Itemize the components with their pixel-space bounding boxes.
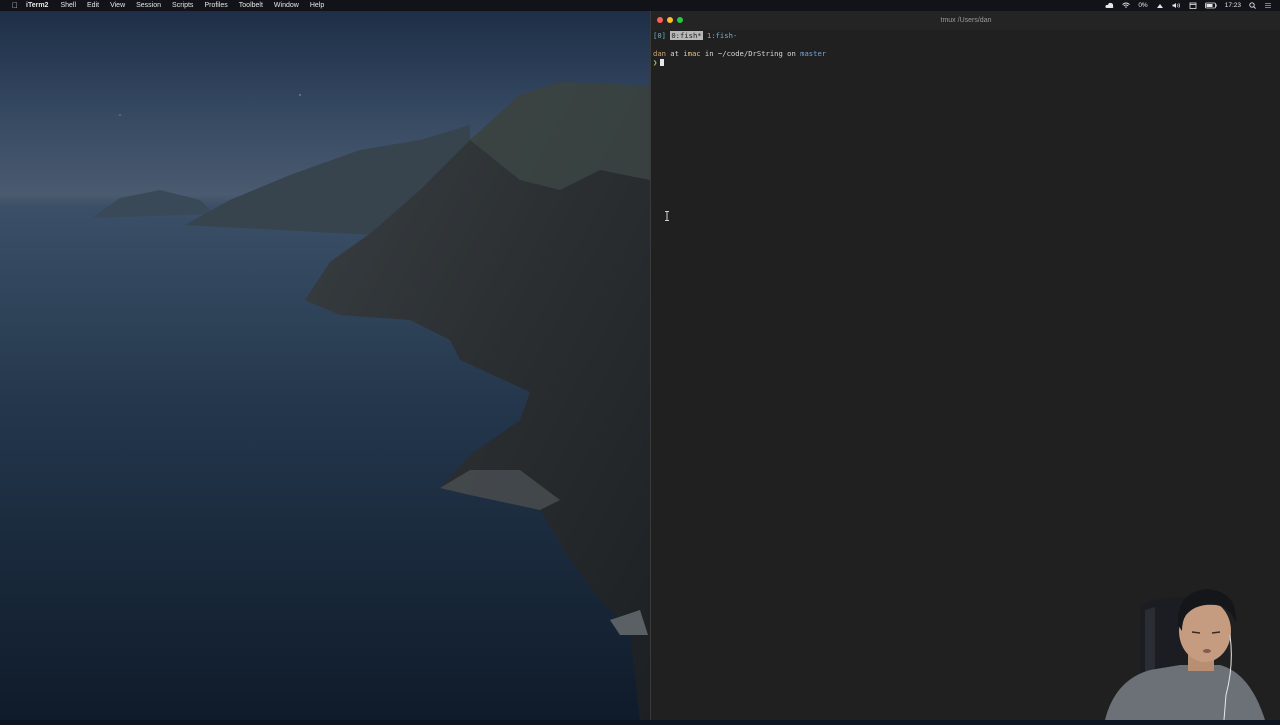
- presenter-video: [1105, 589, 1265, 721]
- tmux-session: [0]: [653, 31, 671, 40]
- prompt-path: ~/code/DrString: [717, 49, 783, 58]
- shell-prompt: dan at imac in ~/code/DrString on master: [653, 49, 1279, 58]
- menu-view[interactable]: View: [110, 0, 125, 11]
- battery-percentage[interactable]: 0%: [1138, 0, 1147, 11]
- terminal-content[interactable]: [0] 0:fish* 1:fish- dan at imac in ~/cod…: [651, 31, 1280, 67]
- prompt-user: dan: [653, 49, 666, 58]
- menu-bar:  iTerm2 Shell Edit View Session Scripts…: [0, 0, 1280, 11]
- prompt-on: on: [782, 49, 801, 58]
- menu-help[interactable]: Help: [310, 0, 324, 11]
- menu-scripts[interactable]: Scripts: [172, 0, 193, 11]
- prompt-in: in: [700, 49, 718, 58]
- battery-icon[interactable]: [1204, 2, 1217, 9]
- menu-edit[interactable]: Edit: [87, 0, 99, 11]
- apple-icon[interactable]: : [10, 0, 20, 11]
- wifi-icon[interactable]: [1122, 2, 1131, 9]
- menu-bar-clock[interactable]: 17:23: [1225, 0, 1241, 11]
- spotlight-icon[interactable]: [1249, 2, 1256, 9]
- airplay-icon[interactable]: [1156, 2, 1164, 9]
- menu-profiles[interactable]: Profiles: [204, 0, 227, 11]
- ibeam-cursor-icon: [664, 211, 670, 224]
- cloud-icon[interactable]: [1105, 2, 1114, 9]
- menu-app-iterm2[interactable]: iTerm2: [26, 0, 48, 11]
- menu-session[interactable]: Session: [136, 0, 161, 11]
- terminal-titlebar[interactable]: tmux /Users/dan: [651, 11, 1280, 30]
- calendar-icon[interactable]: [1189, 2, 1197, 9]
- prompt-chevron-icon: ❯: [653, 58, 658, 67]
- tmux-status-bar: [0] 0:fish* 1:fish-: [653, 31, 1279, 40]
- tmux-window-active[interactable]: 0:fish*: [670, 31, 703, 40]
- menu-bar-status-area: 0% 17:23: [1105, 0, 1272, 11]
- prompt-host: imac: [683, 49, 701, 58]
- webcam-overlay: [1100, 585, 1280, 721]
- command-input-line[interactable]: ❯: [653, 58, 1279, 67]
- menu-window[interactable]: Window: [274, 0, 299, 11]
- terminal-window-title: tmux /Users/dan: [940, 17, 992, 24]
- prompt-git-branch: master: [800, 49, 827, 58]
- prompt-at: at: [665, 49, 684, 58]
- menu-shell[interactable]: Shell: [60, 0, 76, 11]
- wallpaper-landscape: [0, 82, 650, 720]
- menu-toolbelt[interactable]: Toolbelt: [239, 0, 263, 11]
- notification-center-icon[interactable]: [1264, 2, 1272, 9]
- terminal-cursor: [660, 59, 665, 66]
- volume-icon[interactable]: [1172, 2, 1181, 9]
- tmux-window-other[interactable]: 1:fish-: [703, 31, 737, 40]
